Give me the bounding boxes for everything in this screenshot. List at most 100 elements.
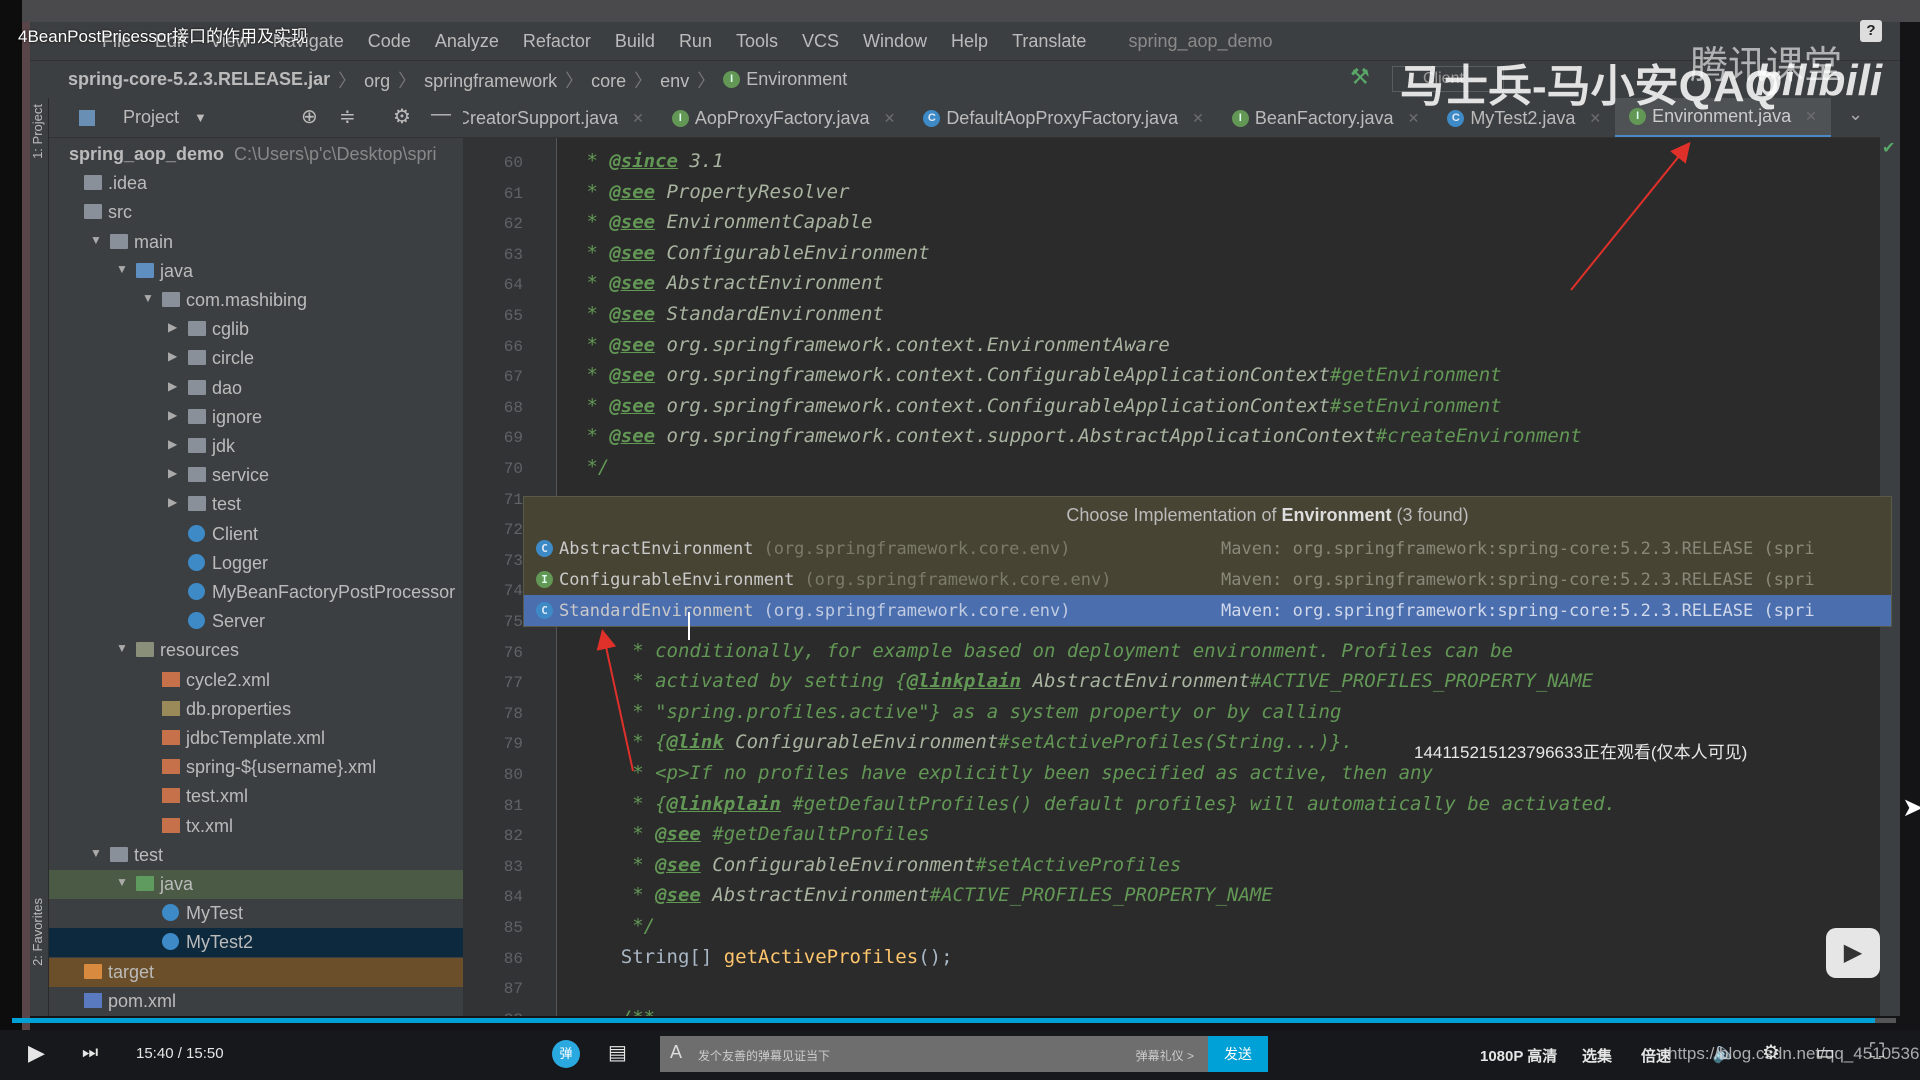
expand-arrow-icon[interactable]: ▼ [90,233,102,247]
hide-panel-icon[interactable]: — [431,103,451,126]
tree-item[interactable]: ▼ java [49,257,463,286]
menu-run[interactable]: Run [667,31,724,52]
code-token: */ [575,456,610,478]
tree-item[interactable]: ▼ resources [49,636,463,665]
tree-item[interactable]: pom.xml [49,987,463,1016]
expand-arrow-icon[interactable]: ▼ [90,846,102,860]
tree-item[interactable]: ▶ test [49,490,463,519]
expand-arrow-icon[interactable]: ▼ [116,262,128,276]
menu-refactor[interactable]: Refactor [511,31,603,52]
code-token: @see [609,425,656,448]
close-icon[interactable]: ✕ [632,110,644,127]
tree-item[interactable]: Client [49,520,463,549]
expand-arrow-icon[interactable]: ▼ [116,875,128,889]
close-icon[interactable]: ✕ [884,110,896,127]
menu-translate[interactable]: Translate [1000,31,1098,52]
tree-item[interactable]: ▼ java [49,870,463,899]
progress-bar[interactable] [12,1018,1896,1023]
tree-item[interactable]: ▼ test [49,841,463,870]
breadcrumb-item[interactable]: springframework [424,71,557,91]
help-icon[interactable]: ? [1860,20,1882,42]
close-icon[interactable]: ✕ [1192,110,1204,127]
tree-item[interactable]: Server [49,607,463,636]
next-icon[interactable]: ⏭ [82,1042,98,1063]
tree-item[interactable]: Logger [49,549,463,578]
tree-item[interactable]: ▶ dao [49,374,463,403]
tree-item[interactable]: MyTest [49,899,463,928]
breadcrumb-item[interactable]: env [660,71,689,91]
expand-arrow-icon[interactable]: ▼ [116,641,128,655]
speed-button[interactable]: 倍速 [1641,1045,1671,1066]
tree-item[interactable]: ▶ service [49,461,463,490]
line-number: 74 [503,582,523,601]
tree-item[interactable]: ▶ jdk [49,432,463,461]
collapse-arrow-icon[interactable]: ▶ [168,320,177,334]
favorites-tool-button[interactable]: 2: Favorites [30,898,49,966]
tv-play-icon[interactable]: ▶ [1826,928,1880,978]
tree-item[interactable]: cycle2.xml [49,666,463,695]
quality-button[interactable]: 1080P 高清 [1480,1045,1557,1066]
menu-vcs[interactable]: VCS [790,31,851,52]
tree-item[interactable]: spring-${username}.xml [49,753,463,782]
breadcrumb-item[interactable]: core [591,71,626,91]
tab-creatorsupport[interactable]: CreatorSupport.java ✕ [463,98,658,137]
tree-item[interactable]: ▶ ignore [49,403,463,432]
build-hammer-icon[interactable]: ⚒ [1350,64,1370,90]
tree-item[interactable]: MyTest2 [49,928,463,958]
tree-item[interactable]: tx.xml [49,812,463,841]
font-style-icon[interactable]: A [670,1042,682,1063]
danmaku-settings-icon[interactable]: ▤ [608,1040,627,1065]
danmaku-toggle-icon[interactable]: 弹 [552,1040,580,1068]
project-tool-button[interactable]: 1: Project [30,104,49,159]
collapse-arrow-icon[interactable]: ▶ [168,495,177,509]
tree-item[interactable]: db.properties [49,695,463,724]
tree-item[interactable]: jdbcTemplate.xml [49,724,463,753]
tree-item[interactable]: ▶ cglib [49,315,463,344]
menu-tools[interactable]: Tools [724,31,790,52]
menu-analyze[interactable]: Analyze [423,31,511,52]
expand-arrow-icon[interactable]: ▼ [142,291,154,305]
code-token: * { [575,792,667,815]
send-button[interactable]: 发送 [1208,1036,1268,1072]
chevron-down-icon[interactable]: ⌄ [1848,104,1863,125]
project-view-selector[interactable]: Project [123,107,179,128]
menu-code[interactable]: Code [356,31,423,52]
menu-window[interactable]: Window [851,31,939,52]
collapse-arrow-icon[interactable]: ▶ [168,379,177,393]
close-icon[interactable]: ✕ [1805,108,1817,125]
menu-build[interactable]: Build [603,31,667,52]
breadcrumb-jar[interactable]: spring-core-5.2.3.RELEASE.jar [68,69,330,90]
implementation-item[interactable]: C StandardEnvironment (org.springframework… [524,595,1891,626]
tree-item[interactable]: src [49,198,463,227]
collapse-arrow-icon[interactable]: ▶ [168,437,177,451]
implementation-item[interactable]: I ConfigurableEnvironment (org.springframe… [524,564,1891,595]
tree-item[interactable]: ▼ com.mashibing [49,286,463,315]
collapse-arrow-icon[interactable]: ▶ [168,349,177,363]
menu-help[interactable]: Help [939,31,1000,52]
code-token: */ [575,915,656,937]
collapse-arrow-icon[interactable]: ▶ [168,466,177,480]
episodes-button[interactable]: 选集 [1582,1045,1612,1066]
tree-item[interactable]: target [49,957,463,987]
play-icon[interactable]: ▶ [28,1040,45,1066]
collapse-arrow-icon[interactable]: ▶ [168,408,177,422]
tree-item[interactable]: ▶ circle [49,344,463,373]
gear-icon[interactable]: ⚙ [393,104,411,129]
chevron-down-icon[interactable]: ▼ [194,110,207,125]
tab-aopproxyfactory[interactable]: I AopProxyFactory.java ✕ [658,98,909,137]
tree-item[interactable]: spring_aop_demo C:\Users\p'c\Desktop\spri [49,140,463,169]
locate-target-icon[interactable]: ⊕ [301,104,318,129]
breadcrumb-item[interactable]: org [364,71,390,91]
tree-item[interactable]: MyBeanFactoryPostProcessor [49,578,463,607]
collapse-all-icon[interactable]: ≑ [339,104,356,129]
tree-item[interactable]: ▼ main [49,228,463,257]
tree-item[interactable]: .idea [49,169,463,198]
impl-package: (org.springframework.core.env) [763,600,1071,621]
tab-defaultaopproxyfactory[interactable]: C DefaultAopProxyFactory.java ✕ [909,98,1218,137]
implementation-item[interactable]: C AbstractEnvironment (org.springframework… [524,533,1891,564]
breadcrumb-current[interactable]: Environment [746,69,847,90]
tree-item[interactable]: test.xml [49,782,463,811]
danmaku-etiquette-link[interactable]: 弹幕礼仪 > [1136,1047,1194,1064]
danmaku-input[interactable]: A 发个友善的弹幕见证当下 弹幕礼仪 > [660,1036,1208,1072]
code-token: @see [609,241,656,264]
